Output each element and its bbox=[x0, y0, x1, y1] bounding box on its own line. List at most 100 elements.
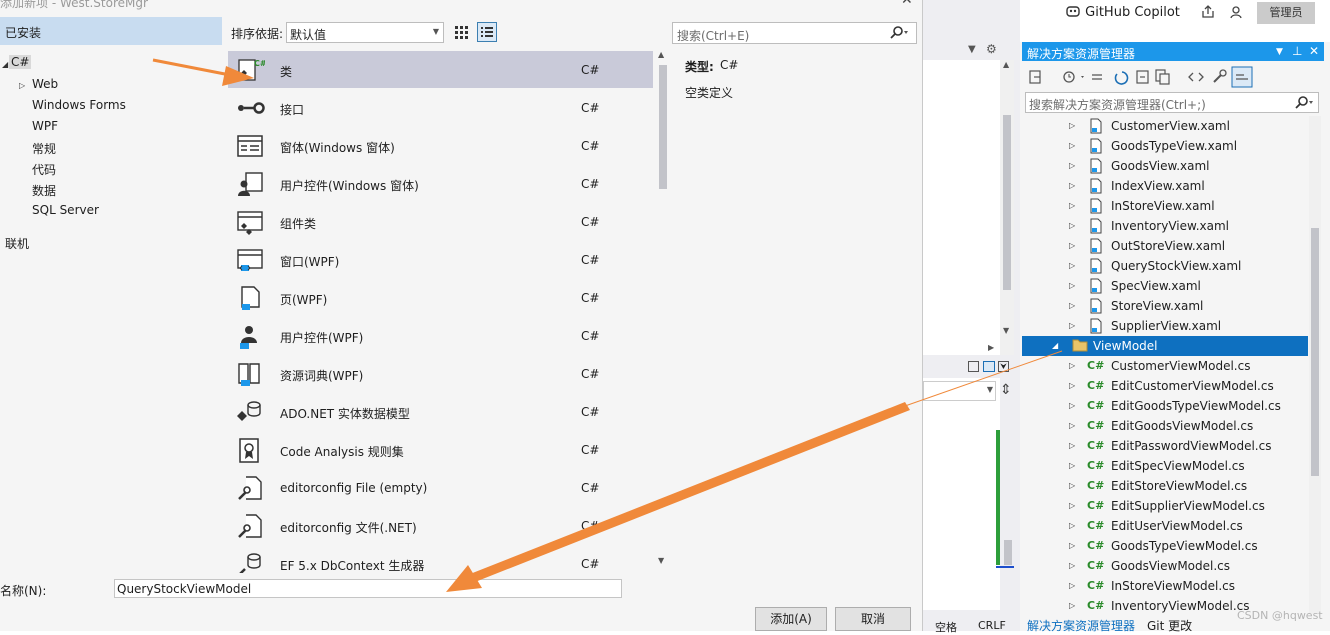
file-node[interactable]: ▷ C# GoodsTypeViewModel.cs bbox=[1022, 536, 1308, 556]
file-node[interactable]: ▷ IndexView.xaml bbox=[1022, 176, 1308, 196]
collapsed-arrow-icon[interactable]: ▷ bbox=[1069, 461, 1075, 470]
settings-gear-icon[interactable]: ⚙ bbox=[986, 42, 997, 56]
scroll-thumb[interactable] bbox=[1004, 540, 1012, 565]
file-node[interactable]: ▷ CustomerView.xaml bbox=[1022, 116, 1308, 136]
file-node[interactable]: ▷ C# EditPasswordViewModel.cs bbox=[1022, 436, 1308, 456]
chevron-down-icon[interactable]: ▼ bbox=[1276, 47, 1283, 57]
file-node[interactable]: ▷ OutStoreView.xaml bbox=[1022, 236, 1308, 256]
split-horizontal-icon[interactable] bbox=[983, 361, 995, 372]
close-icon[interactable]: ✕ bbox=[901, 0, 913, 8]
collapsed-arrow-icon[interactable]: ▷ bbox=[1069, 241, 1075, 250]
template-row[interactable]: ADO.NET 实体数据模型 C# bbox=[228, 393, 653, 430]
collapsed-arrow-icon[interactable]: ▷ bbox=[1069, 361, 1075, 370]
collapsed-arrow-icon[interactable]: ▷ bbox=[1069, 201, 1075, 210]
template-row[interactable]: 用户控件(WPF) C# bbox=[228, 317, 653, 354]
editor-scrollbar[interactable]: ▲ ▼ ▶ bbox=[988, 60, 1014, 355]
tree-item-general[interactable]: 常规 bbox=[32, 140, 56, 157]
expanded-arrow-icon[interactable]: ◢ bbox=[1052, 341, 1058, 350]
collapsed-arrow-icon[interactable]: ▷ bbox=[1069, 141, 1075, 150]
collapsed-arrow-icon[interactable]: ▷ bbox=[1069, 281, 1075, 290]
tree-item-sql-server[interactable]: SQL Server bbox=[32, 203, 99, 217]
scroll-thumb[interactable] bbox=[1311, 228, 1319, 476]
template-row[interactable]: EF 5.x DbContext 生成器 C# bbox=[228, 545, 653, 573]
member-dropdown[interactable]: ▼ bbox=[923, 381, 996, 401]
collapsed-arrow-icon[interactable]: ▷ bbox=[1069, 381, 1075, 390]
file-node[interactable]: ▷ C# GoodsViewModel.cs bbox=[1022, 556, 1308, 576]
template-list-scrollbar[interactable]: ▲ ▼ bbox=[656, 50, 670, 573]
solution-scrollbar[interactable] bbox=[1309, 116, 1321, 614]
file-node[interactable]: ▷ SupplierView.xaml bbox=[1022, 316, 1308, 336]
file-node[interactable]: ▷ C# EditUserViewModel.cs bbox=[1022, 516, 1308, 536]
expanded-arrow-icon[interactable]: ◢ bbox=[2, 60, 8, 69]
xaml-designer-pane[interactable] bbox=[923, 378, 1000, 610]
collapsed-arrow-icon[interactable]: ▷ bbox=[1069, 501, 1075, 510]
scroll-thumb[interactable] bbox=[659, 65, 667, 189]
tree-item-code[interactable]: 代码 bbox=[32, 161, 56, 178]
scroll-thumb[interactable] bbox=[1003, 115, 1011, 290]
template-row[interactable]: Code Analysis 规则集 C# bbox=[228, 431, 653, 468]
collapsed-arrow-icon[interactable]: ▷ bbox=[1069, 441, 1075, 450]
collapsed-arrow-icon[interactable]: ▷ bbox=[1069, 421, 1075, 430]
file-node[interactable]: ▷ C# EditGoodsTypeViewModel.cs bbox=[1022, 396, 1308, 416]
split-pane-icon[interactable]: ⇕ bbox=[1000, 382, 1012, 398]
file-node[interactable]: ▷ C# EditSupplierViewModel.cs bbox=[1022, 496, 1308, 516]
scroll-right-icon[interactable]: ▶ bbox=[988, 343, 994, 352]
code-editor[interactable] bbox=[923, 60, 1000, 355]
template-row[interactable]: C# 类 C# bbox=[228, 51, 653, 88]
template-row[interactable]: editorconfig File (empty) C# bbox=[228, 469, 653, 506]
collapsed-arrow-icon[interactable]: ▷ bbox=[1069, 221, 1075, 230]
file-node[interactable]: ▷ C# EditSpecViewModel.cs bbox=[1022, 456, 1308, 476]
file-node[interactable]: ▷ C# EditStoreViewModel.cs bbox=[1022, 476, 1308, 496]
list-view-button[interactable] bbox=[477, 22, 497, 42]
collapsed-arrow-icon[interactable]: ▷ bbox=[1069, 561, 1075, 570]
add-button[interactable]: 添加(A) bbox=[755, 607, 827, 631]
close-icon[interactable]: ✕ bbox=[1309, 44, 1319, 58]
collapsed-arrow-icon[interactable]: ▷ bbox=[1069, 181, 1075, 190]
online-header[interactable]: 联机 bbox=[5, 235, 29, 252]
collapsed-arrow-icon[interactable]: ▷ bbox=[1069, 321, 1075, 330]
collapsed-arrow-icon[interactable]: ▷ bbox=[1069, 301, 1075, 310]
collapsed-arrow-icon[interactable]: ▷ bbox=[1069, 121, 1075, 130]
tab-git-changes[interactable]: Git 更改 bbox=[1147, 617, 1192, 634]
template-row[interactable]: 用户控件(Windows 窗体) C# bbox=[228, 165, 653, 202]
collapsed-arrow-icon[interactable]: ▷ bbox=[1069, 541, 1075, 550]
scroll-up-icon[interactable]: ▲ bbox=[1003, 60, 1009, 69]
tree-item-wpf[interactable]: WPF bbox=[32, 119, 58, 133]
tree-item-windows-forms[interactable]: Windows Forms bbox=[32, 98, 126, 112]
tree-item-web[interactable]: Web bbox=[32, 77, 58, 91]
share-icon[interactable] bbox=[1200, 4, 1216, 23]
sort-dropdown[interactable]: 默认值 ▼ bbox=[286, 22, 444, 43]
template-search-input[interactable]: 搜索(Ctrl+E) bbox=[672, 22, 917, 44]
template-row[interactable]: editorconfig 文件(.NET) C# bbox=[228, 507, 653, 544]
scroll-down-icon[interactable]: ▼ bbox=[1003, 326, 1009, 335]
dropdown-arrow-icon[interactable]: ▼ bbox=[968, 44, 976, 55]
collapsed-arrow-icon[interactable]: ▷ bbox=[1069, 161, 1075, 170]
file-node[interactable]: ▷ StoreView.xaml bbox=[1022, 296, 1308, 316]
file-node[interactable]: ▷ InventoryView.xaml bbox=[1022, 216, 1308, 236]
status-line-ending[interactable]: CRLF bbox=[978, 619, 1006, 632]
collapsed-arrow-icon[interactable]: ▷ bbox=[1069, 481, 1075, 490]
file-node[interactable]: ▷ SpecView.xaml bbox=[1022, 276, 1308, 296]
pin-icon[interactable]: ⊥ bbox=[1292, 44, 1302, 58]
github-copilot-button[interactable]: GitHub Copilot bbox=[1065, 4, 1180, 20]
solution-search-input[interactable]: 搜索解决方案资源管理器(Ctrl+;) bbox=[1025, 92, 1319, 113]
file-node[interactable]: ▷ C# EditGoodsViewModel.cs bbox=[1022, 416, 1308, 436]
template-row[interactable]: 页(WPF) C# bbox=[228, 279, 653, 316]
file-node[interactable]: ▷ GoodsView.xaml bbox=[1022, 156, 1308, 176]
collapse-pane-icon[interactable]: ⮟ bbox=[998, 361, 1009, 372]
collapsed-arrow-icon[interactable]: ▷ bbox=[19, 81, 25, 90]
file-node[interactable]: ▷ QueryStockView.xaml bbox=[1022, 256, 1308, 276]
template-row[interactable]: 组件类 C# bbox=[228, 203, 653, 240]
file-node[interactable]: ▷ GoodsTypeView.xaml bbox=[1022, 136, 1308, 156]
collapsed-arrow-icon[interactable]: ▷ bbox=[1069, 601, 1075, 610]
scroll-up-icon[interactable]: ▲ bbox=[658, 50, 664, 59]
name-input[interactable]: QueryStockViewModel bbox=[114, 579, 622, 598]
tab-solution-explorer[interactable]: 解决方案资源管理器 bbox=[1022, 614, 1140, 633]
installed-header[interactable]: 已安装 bbox=[0, 17, 222, 45]
tree-item-data[interactable]: 数据 bbox=[32, 182, 56, 199]
tree-item-csharp[interactable]: C# bbox=[9, 55, 32, 69]
file-node[interactable]: ▷ InStoreView.xaml bbox=[1022, 196, 1308, 216]
template-row[interactable]: 资源词典(WPF) C# bbox=[228, 355, 653, 392]
grid-view-button[interactable] bbox=[452, 23, 471, 42]
file-node[interactable]: ▷ C# EditCustomerViewModel.cs bbox=[1022, 376, 1308, 396]
